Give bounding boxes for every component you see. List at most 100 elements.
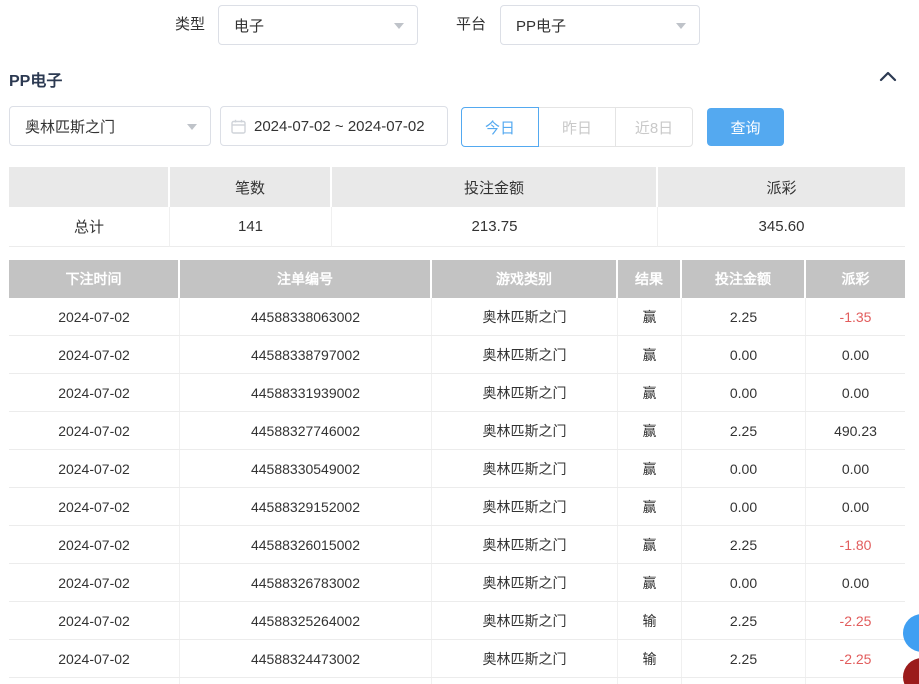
platform-select[interactable]: PP电子 — [500, 5, 700, 45]
date-range-input[interactable]: 2024-07-02 ~ 2024-07-02 — [220, 106, 448, 146]
bet-amount-cell: 0.00 — [682, 488, 806, 525]
order-id-cell: 44588326015002 — [180, 526, 432, 563]
floating-button-top[interactable] — [903, 614, 919, 652]
section-title: PP电子 — [9, 67, 62, 91]
bet-amount-cell: 2.25 — [682, 412, 806, 449]
summary-header-count: 笔数 — [170, 167, 332, 207]
order-id-cell: 44588338063002 — [180, 298, 432, 335]
result-cell: 赢 — [618, 374, 682, 411]
summary-header-bet-amount: 投注金额 — [332, 167, 658, 207]
bet-time-cell: 2024-07-02 — [9, 564, 180, 601]
order-id-cell: 44588324473002 — [180, 640, 432, 677]
bet-time-cell — [9, 678, 180, 684]
platform-select-value: PP电子 — [516, 15, 566, 36]
table-row: 2024-07-0244588331939002奥林匹斯之门赢0.000.00 — [9, 374, 905, 412]
payout-cell: -1.35 — [806, 298, 905, 335]
bet-amount-cell: 0.00 — [682, 564, 806, 601]
payout-cell: -1.80 — [806, 526, 905, 563]
game-select[interactable]: 奥林匹斯之门 — [9, 106, 211, 146]
bet-time-cell: 2024-07-02 — [9, 526, 180, 563]
game-type-cell: 奥林匹斯之门 — [432, 488, 618, 525]
collapse-icon[interactable] — [879, 69, 897, 85]
bet-amount-cell: 2.25 — [682, 602, 806, 639]
bet-time-cell: 2024-07-02 — [9, 298, 180, 335]
result-cell: 输 — [618, 602, 682, 639]
today-button[interactable]: 今日 — [461, 107, 539, 147]
summary-table: 笔数 投注金额 派彩 总计 141 213.75 345.60 — [9, 167, 905, 247]
chevron-down-icon — [676, 23, 686, 29]
table-row: 2024-07-0244588326015002奥林匹斯之门赢2.25-1.80 — [9, 526, 905, 564]
date-range-value: 2024-07-02 ~ 2024-07-02 — [254, 118, 425, 135]
header-result: 结果 — [618, 260, 682, 298]
game-type-cell: 奥林匹斯之门 — [432, 336, 618, 373]
floating-button-bottom[interactable] — [903, 658, 919, 684]
result-cell: 赢 — [618, 336, 682, 373]
table-row: 2024-07-0244588325264002奥林匹斯之门输2.25-2.25 — [9, 602, 905, 640]
header-order-id: 注单编号 — [180, 260, 432, 298]
order-id-cell: 44588325264002 — [180, 602, 432, 639]
result-cell — [618, 678, 682, 684]
result-cell: 赢 — [618, 412, 682, 449]
header-bet-time: 下注时间 — [9, 260, 180, 298]
game-select-value: 奥林匹斯之门 — [25, 116, 115, 137]
bet-amount-cell — [682, 678, 806, 684]
table-row: 2024-07-0244588324473002奥林匹斯之门输2.25-2.25 — [9, 640, 905, 678]
order-id-cell: 44588326783002 — [180, 564, 432, 601]
result-cell: 赢 — [618, 526, 682, 563]
order-id-cell: 44588330549002 — [180, 450, 432, 487]
game-type-cell: 奥林匹斯之门 — [432, 564, 618, 601]
summary-total-label: 总计 — [9, 207, 170, 247]
platform-label: 平台 — [456, 5, 486, 45]
bet-time-cell: 2024-07-02 — [9, 336, 180, 373]
order-id-cell — [180, 678, 432, 684]
bet-amount-cell: 2.25 — [682, 526, 806, 563]
type-label: 类型 — [175, 5, 205, 45]
payout-cell: -2.25 — [806, 602, 905, 639]
last-8-days-button[interactable]: 近8日 — [615, 107, 693, 147]
game-type-cell: 奥林匹斯之门 — [432, 602, 618, 639]
result-cell: 赢 — [618, 564, 682, 601]
table-row: 2024-07-0244588330549002奥林匹斯之门赢0.000.00 — [9, 450, 905, 488]
payout-cell: 0.00 — [806, 488, 905, 525]
payout-cell: 0.00 — [806, 374, 905, 411]
summary-payout-value: 345.60 — [658, 207, 905, 247]
payout-cell: -2.25 — [806, 640, 905, 677]
table-row: 2024-07-0244588327746002奥林匹斯之门赢2.25490.2… — [9, 412, 905, 450]
bet-amount-cell: 0.00 — [682, 450, 806, 487]
bet-time-cell: 2024-07-02 — [9, 602, 180, 639]
bet-amount-cell: 0.00 — [682, 374, 806, 411]
header-game-type: 游戏类别 — [432, 260, 618, 298]
bet-table-body: 2024-07-0244588338063002奥林匹斯之门赢2.25-1.35… — [9, 298, 905, 684]
bet-time-cell: 2024-07-02 — [9, 640, 180, 677]
bet-time-cell: 2024-07-02 — [9, 450, 180, 487]
game-type-cell — [432, 678, 618, 684]
table-row: 2024-07-0244588329152002奥林匹斯之门赢0.000.00 — [9, 488, 905, 526]
calendar-icon — [231, 119, 246, 134]
type-select-value: 电子 — [234, 15, 264, 36]
table-row — [9, 678, 905, 684]
summary-header-payout: 派彩 — [658, 167, 905, 207]
bet-records-table: 下注时间 注单编号 游戏类别 结果 投注金额 派彩 2024-07-024458… — [9, 260, 905, 684]
table-row: 2024-07-0244588338797002奥林匹斯之门赢0.000.00 — [9, 336, 905, 374]
bet-table-header-row: 下注时间 注单编号 游戏类别 结果 投注金额 派彩 — [9, 260, 905, 298]
order-id-cell: 44588331939002 — [180, 374, 432, 411]
game-type-cell: 奥林匹斯之门 — [432, 640, 618, 677]
payout-cell — [806, 678, 905, 684]
search-button[interactable]: 查询 — [707, 108, 784, 146]
game-type-cell: 奥林匹斯之门 — [432, 526, 618, 563]
bet-amount-cell: 2.25 — [682, 298, 806, 335]
game-type-cell: 奥林匹斯之门 — [432, 374, 618, 411]
bet-time-cell: 2024-07-02 — [9, 412, 180, 449]
summary-total-row: 总计 141 213.75 345.60 — [9, 207, 905, 247]
result-cell: 赢 — [618, 298, 682, 335]
payout-cell: 490.23 — [806, 412, 905, 449]
summary-count-value: 141 — [170, 207, 332, 247]
header-bet-amount: 投注金额 — [682, 260, 806, 298]
payout-cell: 0.00 — [806, 450, 905, 487]
chevron-down-icon — [187, 124, 197, 130]
game-type-cell: 奥林匹斯之门 — [432, 450, 618, 487]
payout-cell: 0.00 — [806, 336, 905, 373]
type-select[interactable]: 电子 — [218, 5, 418, 45]
table-row: 2024-07-0244588326783002奥林匹斯之门赢0.000.00 — [9, 564, 905, 602]
yesterday-button[interactable]: 昨日 — [538, 107, 616, 147]
